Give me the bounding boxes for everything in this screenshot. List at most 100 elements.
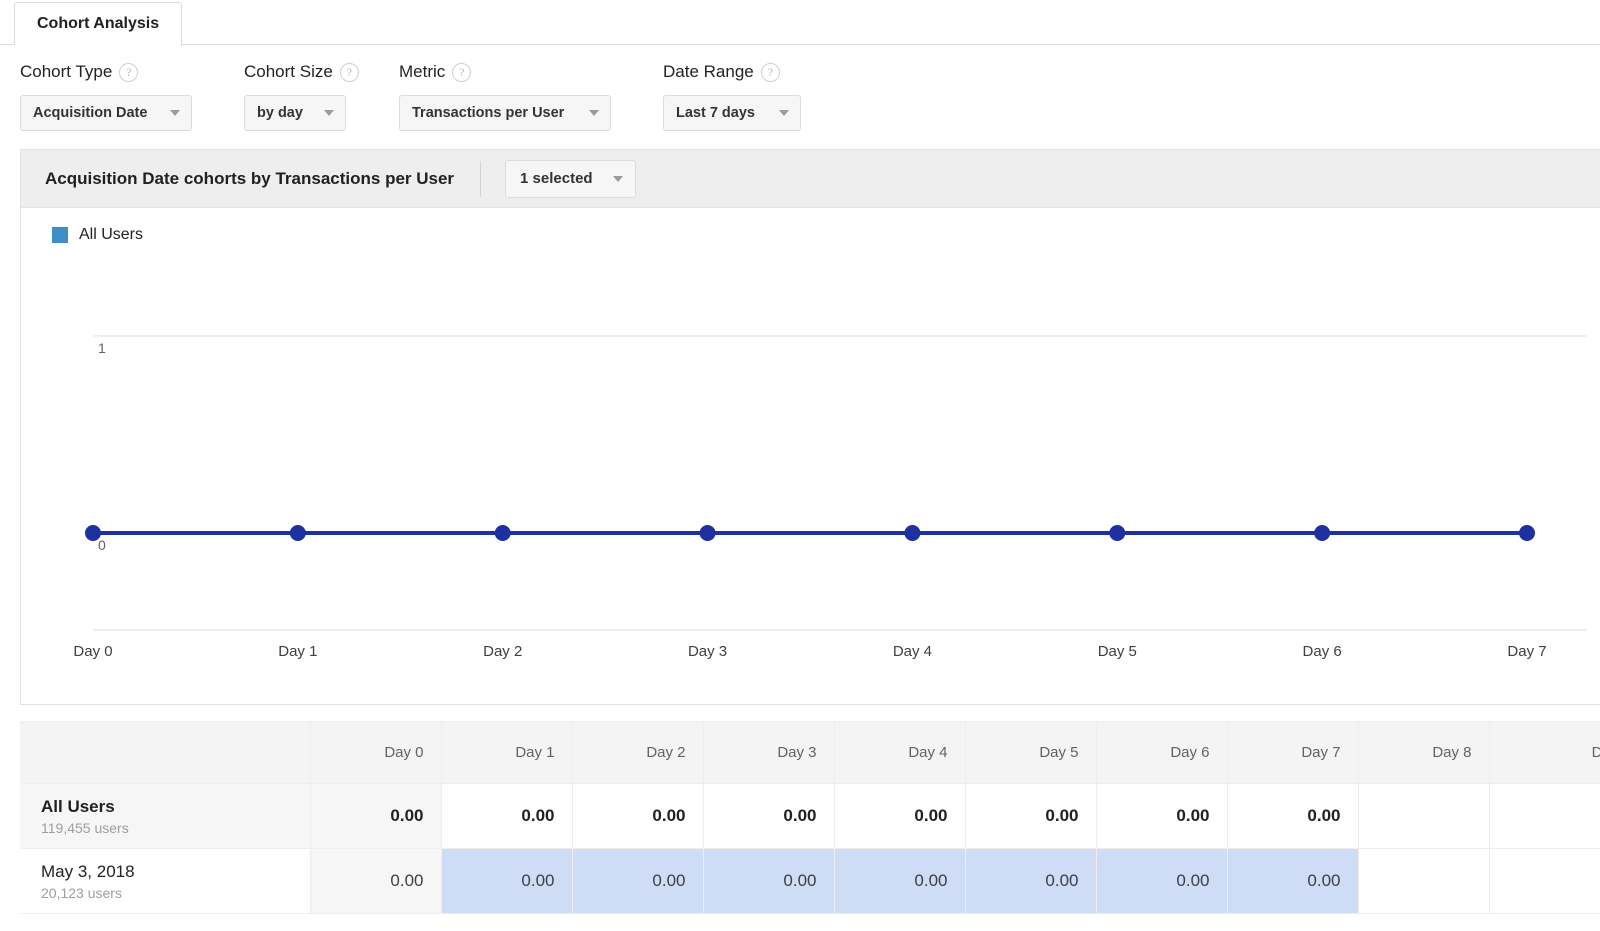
table-row[interactable]: May 3, 2018 20,123 users 0.00 0.00 0.00 0.00 0… [20, 848, 1600, 914]
table-cell: 0.00 [440, 848, 573, 914]
chevron-down-icon [779, 110, 789, 116]
table-cell: 0.00 [964, 848, 1097, 914]
chevron-down-icon [589, 110, 599, 116]
chart-plot-area: 1 0 Day 0 Day 1 Day 2 Day 3 Day 4 Day 5 Day 6 Day… [21, 208, 1600, 705]
table-cell: 0.00 [1095, 848, 1228, 914]
help-circle-icon[interactable]: ? [760, 62, 780, 82]
table-column-header: D [1488, 721, 1600, 784]
help-circle-icon[interactable]: ? [452, 62, 472, 82]
data-point-day-4[interactable] [904, 525, 921, 541]
control-label-text: Date Range [663, 62, 754, 81]
control-dropdown-value: Last 7 days [676, 105, 755, 121]
y-axis-tick-max: 1 [98, 340, 106, 356]
chart-panel-header: Acquisition Date cohorts by Transactions… [21, 150, 1600, 208]
control-group: Cohort Type? Acquisition Date [20, 45, 192, 131]
table-column-header: Day 8 [1357, 721, 1490, 784]
x-axis-label: Day 2 [483, 643, 523, 660]
table-cell: 0.00 [1095, 783, 1228, 849]
table-column-header: Day 1 [440, 721, 573, 784]
help-circle-icon[interactable]: ? [119, 62, 139, 82]
x-axis-label: Day 5 [1097, 643, 1137, 660]
data-point-day-2[interactable] [494, 525, 511, 541]
data-point-day-7[interactable] [1519, 525, 1535, 541]
table-cell: 0.00 [440, 783, 573, 849]
control-label-text: Metric [399, 62, 446, 81]
table-row[interactable]: All Users 119,455 users 0.00 0.00 0.00 0.00 0.… [20, 783, 1600, 849]
controls-row: Cohort Type? Acquisition Date Cohort Size?… [0, 45, 1600, 145]
table-column-header: Day 3 [702, 721, 835, 784]
control-label-text: Cohort Type [20, 62, 113, 81]
data-point-day-1[interactable] [289, 525, 306, 541]
control-label: Cohort Type? [20, 58, 192, 86]
help-circle-icon[interactable]: ? [339, 62, 359, 82]
control-label-text: Cohort Size [244, 62, 333, 81]
control-group: Metric? Transactions per User [399, 45, 611, 131]
table-cell: 0.00 [309, 783, 442, 849]
control-dropdown-value: Transactions per User [412, 105, 565, 121]
cohort-table-head: Day 0 Day 1 Day 2 Day 3 Day 4 Day 5 Day 6 Day 7… [20, 721, 1600, 784]
x-axis-label: Day 4 [892, 643, 933, 660]
control-group: Cohort Size? by day [244, 45, 359, 131]
x-axis-label: Day 6 [1302, 643, 1342, 660]
chart-title: Acquisition Date cohorts by Transactions… [45, 168, 455, 188]
data-point-day-3[interactable] [699, 525, 716, 541]
control-dropdown[interactable]: by day [244, 95, 346, 131]
table-column-header: Day 6 [1095, 721, 1228, 784]
control-dropdown[interactable]: Acquisition Date [20, 95, 192, 131]
table-cell: 0.00 [702, 848, 835, 914]
x-axis-label: Day 3 [687, 643, 728, 660]
table-corner-header [20, 721, 311, 784]
row-name: May 3, 2018 [41, 862, 135, 882]
control-label: Date Range? [663, 58, 801, 86]
y-axis-tick-min: 0 [98, 537, 106, 553]
tab-cohort-analysis[interactable]: Cohort Analysis [14, 2, 183, 46]
table-cell: 0.00 [309, 848, 442, 914]
row-header-cell: May 3, 2018 20,123 users [20, 848, 311, 914]
x-axis-label: Day 7 [1507, 643, 1547, 660]
table-cell: 0.00 [964, 783, 1097, 849]
data-point-day-6[interactable] [1314, 525, 1331, 541]
row-user-count: 119,455 users [41, 819, 129, 836]
table-cell [1357, 848, 1490, 914]
table-cell: 0.00 [833, 848, 966, 914]
tab-label: Cohort Analysis [37, 15, 160, 32]
data-point-day-5[interactable] [1109, 525, 1126, 541]
x-axis-label: Day 1 [278, 643, 318, 660]
tab-strip: Cohort Analysis [0, 0, 1600, 46]
table-column-header: Day 4 [833, 721, 966, 784]
table-column-header: Day 2 [571, 721, 704, 784]
row-header-cell: All Users 119,455 users [20, 783, 311, 849]
control-dropdown-value: Acquisition Date [33, 105, 148, 121]
table-cell: 0.00 [1226, 783, 1359, 849]
chevron-down-icon [612, 175, 623, 182]
control-dropdown[interactable]: Transactions per User [399, 95, 611, 131]
cohort-table-body: All Users 119,455 users 0.00 0.00 0.00 0.00 0.… [20, 783, 1600, 914]
control-dropdown-value: by day [257, 105, 303, 121]
header-divider [480, 160, 482, 197]
cohort-selector-label: 1 selected [520, 170, 593, 187]
row-user-count: 20,123 users [41, 884, 122, 901]
x-axis-label: Day 0 [73, 643, 113, 660]
cohort-selector-dropdown[interactable]: 1 selected [505, 159, 636, 198]
control-group: Date Range? Last 7 days [663, 45, 801, 131]
control-label: Metric? [399, 58, 611, 86]
row-name: All Users [41, 797, 115, 817]
cohort-table: Day 0 Day 1 Day 2 Day 3 Day 4 Day 5 Day 6 Day 7… [20, 721, 1600, 914]
chart-panel: Acquisition Date cohorts by Transactions… [20, 149, 1600, 705]
table-cell: 0.00 [833, 783, 966, 849]
cohort-table-container: Day 0 Day 1 Day 2 Day 3 Day 4 Day 5 Day 6 Day 7… [20, 721, 1600, 914]
control-dropdown[interactable]: Last 7 days [663, 95, 801, 131]
table-cell: 0.00 [1226, 848, 1359, 914]
table-header-row: Day 0 Day 1 Day 2 Day 3 Day 4 Day 5 Day 6 Day 7… [20, 721, 1600, 784]
table-cell: 0.00 [571, 848, 704, 914]
table-cell [1488, 783, 1600, 849]
table-column-header: Day 5 [964, 721, 1097, 784]
table-column-header: Day 7 [1226, 721, 1359, 784]
chevron-down-icon [324, 110, 334, 116]
control-label: Cohort Size? [244, 58, 359, 86]
table-column-header: Day 0 [309, 721, 442, 784]
cohort-line-chart [85, 335, 1587, 631]
table-cell [1357, 783, 1490, 849]
table-cell: 0.00 [702, 783, 835, 849]
table-cell: 0.00 [571, 783, 704, 849]
